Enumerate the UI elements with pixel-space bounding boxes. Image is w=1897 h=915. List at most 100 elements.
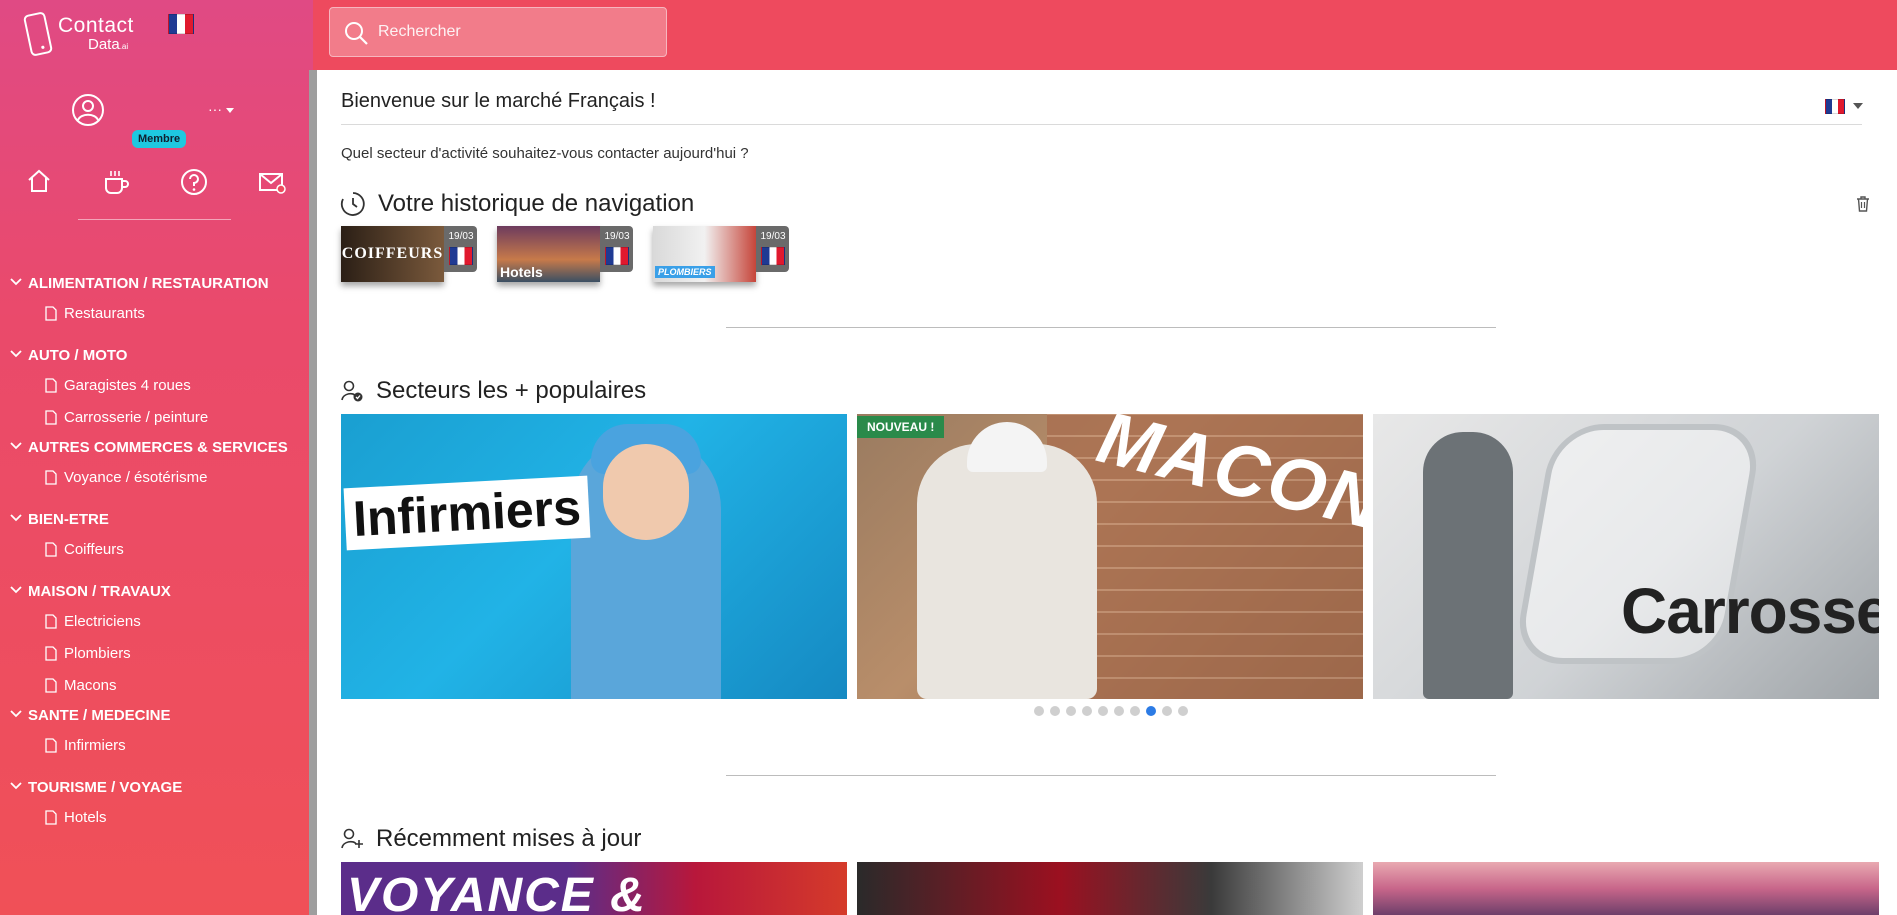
sidebar: Contact Data.ai ··· Membre ALIMENTATION … [0,0,313,915]
history-card-plombiers[interactable]: PLOMBIERS 19/03 [653,226,789,282]
search-icon [345,22,368,45]
market-flag-icon[interactable] [1825,99,1845,114]
tile-label: Carrosserie [1621,575,1879,647]
nav-item-voyance[interactable]: Voyance / ésotérisme [0,464,305,496]
history-card-meta: 19/03 [600,226,633,272]
recent-tile-garage[interactable] [857,862,1363,915]
popular-tile-infirmiers[interactable]: Infirmiers [341,414,847,699]
carousel-dot[interactable] [1178,706,1188,716]
nav-item-infirmiers[interactable]: Infirmiers [0,732,305,764]
popular-tile-macons[interactable]: MACONS NOUVEAU ! [857,414,1363,699]
nav-category-sante[interactable]: SANTE / MEDECINE [0,704,305,732]
history-card-date: 19/03 [448,231,474,242]
carousel-dot[interactable] [1162,706,1172,716]
history-clock-icon [340,192,365,216]
tile-photo-helmet [967,422,1047,472]
history-card-image: COIFFEURS [341,226,444,282]
carousel-dot[interactable] [1130,706,1140,716]
tile-label: Infirmiers [343,475,591,551]
document-icon [45,306,57,321]
nav-item-plombiers[interactable]: Plombiers [0,640,305,672]
nav-category-alimentation[interactable]: ALIMENTATION / RESTAURATION [0,272,305,300]
logo[interactable]: Contact Data.ai [22,10,152,58]
nav-item-carrosserie[interactable]: Carrosserie / peinture [0,404,305,436]
new-badge: NOUVEAU ! [857,416,945,438]
carousel-dot[interactable] [1082,706,1092,716]
document-icon [45,614,57,629]
carousel-dot[interactable] [1050,706,1060,716]
recent-section-title: Récemment mises à jour [340,825,641,853]
section-divider [726,327,1496,328]
tile-label: VOYANCE & [347,869,647,915]
chevron-down-icon [10,710,22,718]
quick-icons [20,168,290,202]
history-card-hotels[interactable]: Hotels 19/03 [497,226,633,282]
chevron-down-icon [10,586,22,594]
recent-tile-voyance[interactable]: VOYANCE & [341,862,847,915]
history-section-title: Votre historique de navigation [340,190,694,218]
carousel-dot[interactable] [1098,706,1108,716]
history-card-meta: 19/03 [756,226,789,272]
nav-category-maison-travaux[interactable]: MAISON / TRAVAUX [0,580,305,608]
chevron-down-icon [10,514,22,522]
nav-item-restaurants[interactable]: Restaurants [0,300,305,332]
chevron-down-icon [10,442,22,450]
document-icon [45,646,57,661]
nav-category-bien-etre[interactable]: BIEN-ETRE [0,508,305,536]
tile-photo-worker [917,444,1097,699]
carousel-dot[interactable] [1034,706,1044,716]
logo-text-contact: Contact [58,14,134,37]
france-flag-icon [449,247,473,265]
popular-tile-carrosserie[interactable]: Carrosserie [1373,414,1879,699]
mail-icon[interactable] [258,168,286,196]
home-icon[interactable] [26,168,52,194]
history-card-coiffeurs[interactable]: COIFFEURS 19/03 [341,226,477,282]
sidebar-divider [78,219,231,220]
sidebar-scrollbar[interactable] [309,70,317,915]
nav-item-coiffeurs[interactable]: Coiffeurs [0,536,305,568]
tile-photo-painter [1423,432,1513,699]
history-card-label: PLOMBIERS [655,266,715,278]
user-check-icon [341,380,363,402]
history-card-date: 19/03 [604,231,630,242]
user-name[interactable]: ··· [208,101,222,117]
recent-tile-hotel[interactable] [1373,862,1879,915]
nav-item-electriciens[interactable]: Electriciens [0,608,305,640]
carousel-dot[interactable] [1146,706,1156,716]
history-card-meta: 19/03 [444,226,477,272]
chevron-down-icon [10,350,22,358]
user-plus-icon [341,828,363,849]
popular-section-title: Secteurs les + populaires [340,377,646,405]
nav-item-macons[interactable]: Macons [0,672,305,704]
document-icon [45,470,57,485]
history-card-date: 19/03 [760,231,786,242]
search-input[interactable]: Rechercher [329,7,667,57]
nav-category-autres-commerces[interactable]: AUTRES COMMERCES & SERVICES [0,436,305,464]
chevron-down-icon[interactable] [1853,103,1863,109]
logo-text-data: Data.ai [88,36,129,53]
trash-icon[interactable] [1856,196,1870,212]
carousel-dot[interactable] [1066,706,1076,716]
document-icon [45,542,57,557]
history-card-image: Hotels [497,226,600,282]
history-card-label: COIFFEURS [341,245,444,262]
user-menu-caret-icon[interactable] [226,108,234,113]
help-icon[interactable] [180,168,208,196]
france-flag-icon[interactable] [168,14,194,34]
member-badge: Membre [132,130,187,148]
document-icon [45,378,57,393]
nav-category-tourisme[interactable]: TOURISME / VOYAGE [0,776,305,804]
user-avatar-icon[interactable] [71,93,105,127]
nav-item-hotels[interactable]: Hotels [0,804,305,836]
search-placeholder: Rechercher [378,23,461,40]
history-card-label: Hotels [500,264,543,280]
carousel-dot[interactable] [1114,706,1124,716]
carousel-dots [1034,706,1188,716]
sector-question: Quel secteur d'activité souhaitez-vous c… [341,145,749,162]
nav-category-auto-moto[interactable]: AUTO / MOTO [0,344,305,372]
coffee-icon[interactable] [102,168,130,196]
document-icon [45,810,57,825]
nav-item-garagistes[interactable]: Garagistes 4 roues [0,372,305,404]
phone-logo-icon [23,12,53,56]
document-icon [45,410,57,425]
